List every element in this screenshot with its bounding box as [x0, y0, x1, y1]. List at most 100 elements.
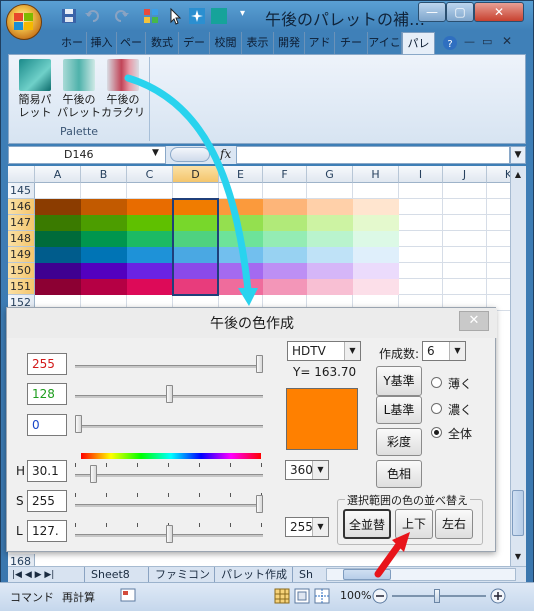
cell-k149[interactable] [487, 247, 510, 263]
column-header-h[interactable]: H [353, 166, 399, 183]
cell-a145[interactable] [35, 183, 81, 199]
cell-f149[interactable] [263, 247, 307, 263]
chevron-down-icon[interactable]: ▼ [344, 342, 360, 360]
undo-icon[interactable] [84, 7, 102, 25]
green-value-input[interactable]: 128 [27, 383, 67, 405]
hue-max-select[interactable]: 360 ▼ [285, 460, 329, 480]
cell-i148[interactable] [399, 231, 443, 247]
sheet-tab-palette[interactable]: パレット作成 [214, 567, 293, 583]
scroll-down-icon[interactable]: ▼ [512, 550, 524, 564]
cell-c150[interactable] [127, 263, 173, 279]
column-header-b[interactable]: B [81, 166, 127, 183]
sort-all-button[interactable]: 全並替 [343, 509, 391, 539]
cell-j147[interactable] [443, 215, 487, 231]
tab-view[interactable]: 表示 [242, 32, 274, 54]
sort-horizontal-button[interactable]: 左右 [435, 509, 473, 539]
tab-developer[interactable]: 開発 [274, 32, 305, 54]
radio-dark[interactable] [431, 403, 442, 414]
l-standard-button[interactable]: L基準 [376, 396, 422, 424]
hue-button[interactable]: 色相 [376, 460, 422, 488]
ribbon-close-icon[interactable]: ✕ [502, 34, 512, 48]
cell-k145[interactable] [487, 183, 510, 199]
cell-b151[interactable] [81, 279, 127, 295]
simple-palette-button[interactable]: 簡易パ レット [13, 59, 57, 125]
blue-slider-track[interactable] [75, 425, 263, 428]
cell-i147[interactable] [399, 215, 443, 231]
sheet-tab-sh[interactable]: Sh [292, 567, 319, 583]
tab-palette[interactable]: パレ [402, 32, 435, 54]
sparkle-icon[interactable] [188, 7, 206, 25]
sheet-tab-famicom[interactable]: ファミコン [148, 567, 216, 583]
cell-g146[interactable] [307, 199, 353, 215]
hue-value-input[interactable]: 30.1 [27, 460, 67, 482]
sheet-tab-sheet8[interactable]: Sheet8 [84, 567, 136, 583]
column-header-f[interactable]: F [263, 166, 307, 183]
cell-k146[interactable] [487, 199, 510, 215]
cell-b150[interactable] [81, 263, 127, 279]
zoom-in-icon[interactable] [490, 588, 506, 604]
chevron-down-icon[interactable]: ▼ [312, 518, 328, 536]
cell-h146[interactable] [353, 199, 399, 215]
column-header-g[interactable]: G [307, 166, 353, 183]
cell-k151[interactable] [487, 279, 510, 295]
row-header-146[interactable]: 146 [8, 199, 35, 215]
row-header-145[interactable]: 145 [8, 183, 35, 199]
cell-g151[interactable] [307, 279, 353, 295]
tab-data[interactable]: デー [179, 32, 210, 54]
zoom-slider-thumb[interactable] [434, 589, 440, 603]
cell-k147[interactable] [487, 215, 510, 231]
minimize-button[interactable]: — [418, 2, 446, 22]
blue-value-input[interactable]: 0 [27, 414, 67, 436]
column-header-k[interactable]: K [487, 166, 510, 183]
standard-select[interactable]: HDTV ▼ [287, 341, 361, 361]
vertical-scroll-thumb[interactable] [512, 490, 524, 536]
column-header-i[interactable]: I [399, 166, 443, 183]
cell-a148[interactable] [35, 231, 81, 247]
red-value-input[interactable]: 255 [27, 353, 67, 375]
formula-expand-icon[interactable]: ▼ [510, 146, 526, 164]
lightness-max-select[interactable]: 255 ▼ [285, 517, 329, 537]
cell-k150[interactable] [487, 263, 510, 279]
tab-home[interactable]: ホー [58, 32, 87, 54]
cell-c151[interactable] [127, 279, 173, 295]
cell-a150[interactable] [35, 263, 81, 279]
cell-c147[interactable] [127, 215, 173, 231]
red-slider-track[interactable] [75, 365, 263, 368]
y-standard-button[interactable]: Y基準 [376, 366, 422, 396]
cell-f148[interactable] [263, 231, 307, 247]
cell-a146[interactable] [35, 199, 81, 215]
tab-team[interactable]: チー [335, 32, 368, 54]
cell-g150[interactable] [307, 263, 353, 279]
cell-b146[interactable] [81, 199, 127, 215]
tab-page-layout[interactable]: ペー [117, 32, 146, 54]
redo-icon[interactable] [112, 7, 130, 25]
cell-e145[interactable] [219, 183, 263, 199]
blue-slider-thumb[interactable] [75, 415, 82, 433]
cell-j148[interactable] [443, 231, 487, 247]
cell-g148[interactable] [307, 231, 353, 247]
normal-view-icon[interactable] [274, 588, 290, 604]
radio-light[interactable] [431, 377, 442, 388]
save-icon[interactable] [60, 7, 78, 25]
cell-i151[interactable] [399, 279, 443, 295]
page-layout-view-icon[interactable] [294, 588, 310, 604]
ribbon-minimize-icon[interactable]: — [464, 35, 475, 48]
cell-g145[interactable] [307, 183, 353, 199]
saturation-button[interactable]: 彩度 [376, 428, 422, 456]
row-header-147[interactable]: 147 [8, 215, 35, 231]
color-grid-icon[interactable] [142, 7, 160, 25]
sheet-nav-icons[interactable]: |◀ ◀ ▶ ▶| [12, 567, 54, 583]
cell-j151[interactable] [443, 279, 487, 295]
radio-all[interactable] [431, 427, 442, 438]
cell-e147[interactable] [219, 215, 263, 231]
cell-i145[interactable] [399, 183, 443, 199]
cell-f150[interactable] [263, 263, 307, 279]
cell-b148[interactable] [81, 231, 127, 247]
row-header-151[interactable]: 151 [8, 279, 35, 295]
row-header-150[interactable]: 150 [8, 263, 35, 279]
green-slider-thumb[interactable] [166, 385, 173, 403]
horizontal-scroll-thumb[interactable] [343, 569, 391, 580]
column-header-c[interactable]: C [127, 166, 173, 183]
saturation-slider-thumb[interactable] [256, 495, 263, 513]
column-header-e[interactable]: E [219, 166, 263, 183]
